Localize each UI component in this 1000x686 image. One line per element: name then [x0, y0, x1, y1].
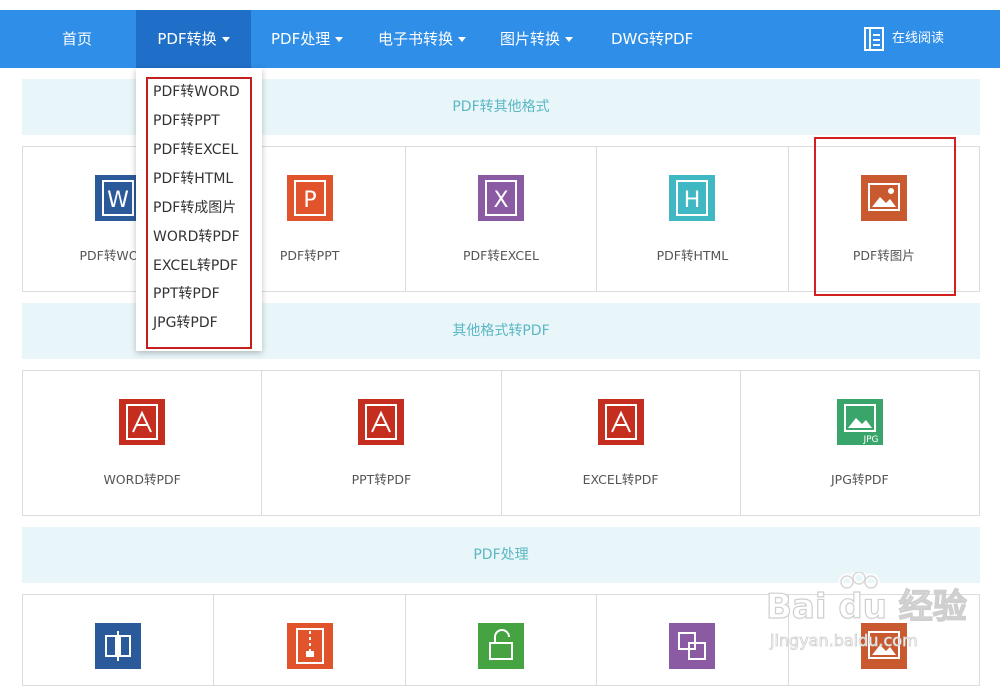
- tool-label: WORD转PDF: [103, 472, 181, 487]
- unlock-icon: [478, 623, 525, 669]
- tool-split[interactable]: [23, 595, 215, 685]
- svg-text:JPG: JPG: [862, 435, 878, 445]
- nav-pdf-process-label: PDF处理: [271, 30, 331, 48]
- tool-pdf-to-excel[interactable]: X PDF转EXCEL: [406, 147, 598, 291]
- chevron-down-icon: [458, 37, 467, 42]
- pdf-process-grid: [22, 594, 980, 686]
- online-reader-link[interactable]: 在线阅读: [862, 10, 944, 68]
- chevron-down-icon: [221, 37, 230, 42]
- tool-unlock[interactable]: [406, 595, 598, 685]
- svg-text:H: H: [684, 188, 701, 213]
- tool-pdf-to-html[interactable]: H PDF转HTML: [597, 147, 789, 291]
- tool-jpg-to-pdf[interactable]: JPG JPG转PDF: [741, 371, 979, 515]
- excel-icon: X: [478, 175, 525, 221]
- section-title: PDF处理: [473, 547, 529, 563]
- tool-label: PPT转PDF: [351, 472, 412, 487]
- nav-pdf-convert[interactable]: PDF转换: [136, 10, 251, 68]
- nav-pdf-process[interactable]: PDF处理: [271, 10, 344, 68]
- zip-icon: [286, 623, 333, 669]
- tool-label: EXCEL转PDF: [582, 472, 659, 487]
- nav-ebook-convert[interactable]: 电子书转换: [378, 10, 467, 68]
- nav-dwg-to-pdf-label: DWG转PDF: [611, 30, 694, 48]
- jpg-icon: JPG: [836, 399, 883, 445]
- nav-home[interactable]: 首页: [62, 10, 92, 68]
- online-reader-label: 在线阅读: [891, 31, 944, 46]
- word-icon: W: [95, 175, 142, 221]
- top-nav: 首页 PDF转换 PDF处理 电子书转换 图片转换 DWG转PDF 在线阅读: [0, 10, 1000, 68]
- tool-excel-to-pdf[interactable]: EXCEL转PDF: [502, 371, 741, 515]
- book-icon: [863, 26, 884, 51]
- pdf-icon: [597, 399, 644, 445]
- section-title: PDF转其他格式: [452, 99, 550, 115]
- tool-label: PDF转HTML: [656, 248, 729, 263]
- pdf-icon: [119, 399, 166, 445]
- nav-ebook-convert-label: 电子书转换: [378, 30, 454, 48]
- tool-pdf-image[interactable]: [789, 595, 979, 685]
- highlight-box: [814, 137, 956, 296]
- tool-ppt-to-pdf[interactable]: PPT转PDF: [262, 371, 502, 515]
- tool-compress[interactable]: [214, 595, 406, 685]
- other-to-pdf-grid: WORD转PDF PPT转PDF EXCEL转PDF JPG JPG转PDF: [22, 370, 980, 516]
- nav-dwg-to-pdf[interactable]: DWG转PDF: [611, 10, 693, 68]
- svg-text:W: W: [107, 188, 129, 213]
- split-icon: [95, 623, 142, 669]
- section-title: 其他格式转PDF: [452, 323, 550, 339]
- tool-merge[interactable]: [597, 595, 789, 685]
- merge-icon: [669, 623, 716, 669]
- chevron-down-icon: [565, 37, 574, 42]
- tool-label: JPG转PDF: [830, 472, 889, 487]
- nav-home-label: 首页: [62, 30, 93, 48]
- nav-pdf-convert-label: PDF转换: [157, 30, 217, 48]
- chevron-down-icon: [335, 37, 344, 42]
- pdf-icon: [358, 399, 405, 445]
- image-icon: [860, 623, 907, 669]
- html-icon: H: [669, 175, 716, 221]
- nav-image-convert[interactable]: 图片转换: [500, 10, 574, 68]
- ppt-icon: P: [286, 175, 333, 221]
- nav-image-convert-label: 图片转换: [500, 30, 561, 48]
- tool-word-to-pdf[interactable]: WORD转PDF: [23, 371, 263, 515]
- dropdown-highlight-box: [146, 77, 252, 349]
- svg-text:P: P: [303, 188, 316, 213]
- tool-label: PDF转EXCEL: [463, 248, 540, 263]
- svg-text:X: X: [493, 188, 508, 213]
- section-header-pdf-process: PDF处理: [22, 527, 980, 583]
